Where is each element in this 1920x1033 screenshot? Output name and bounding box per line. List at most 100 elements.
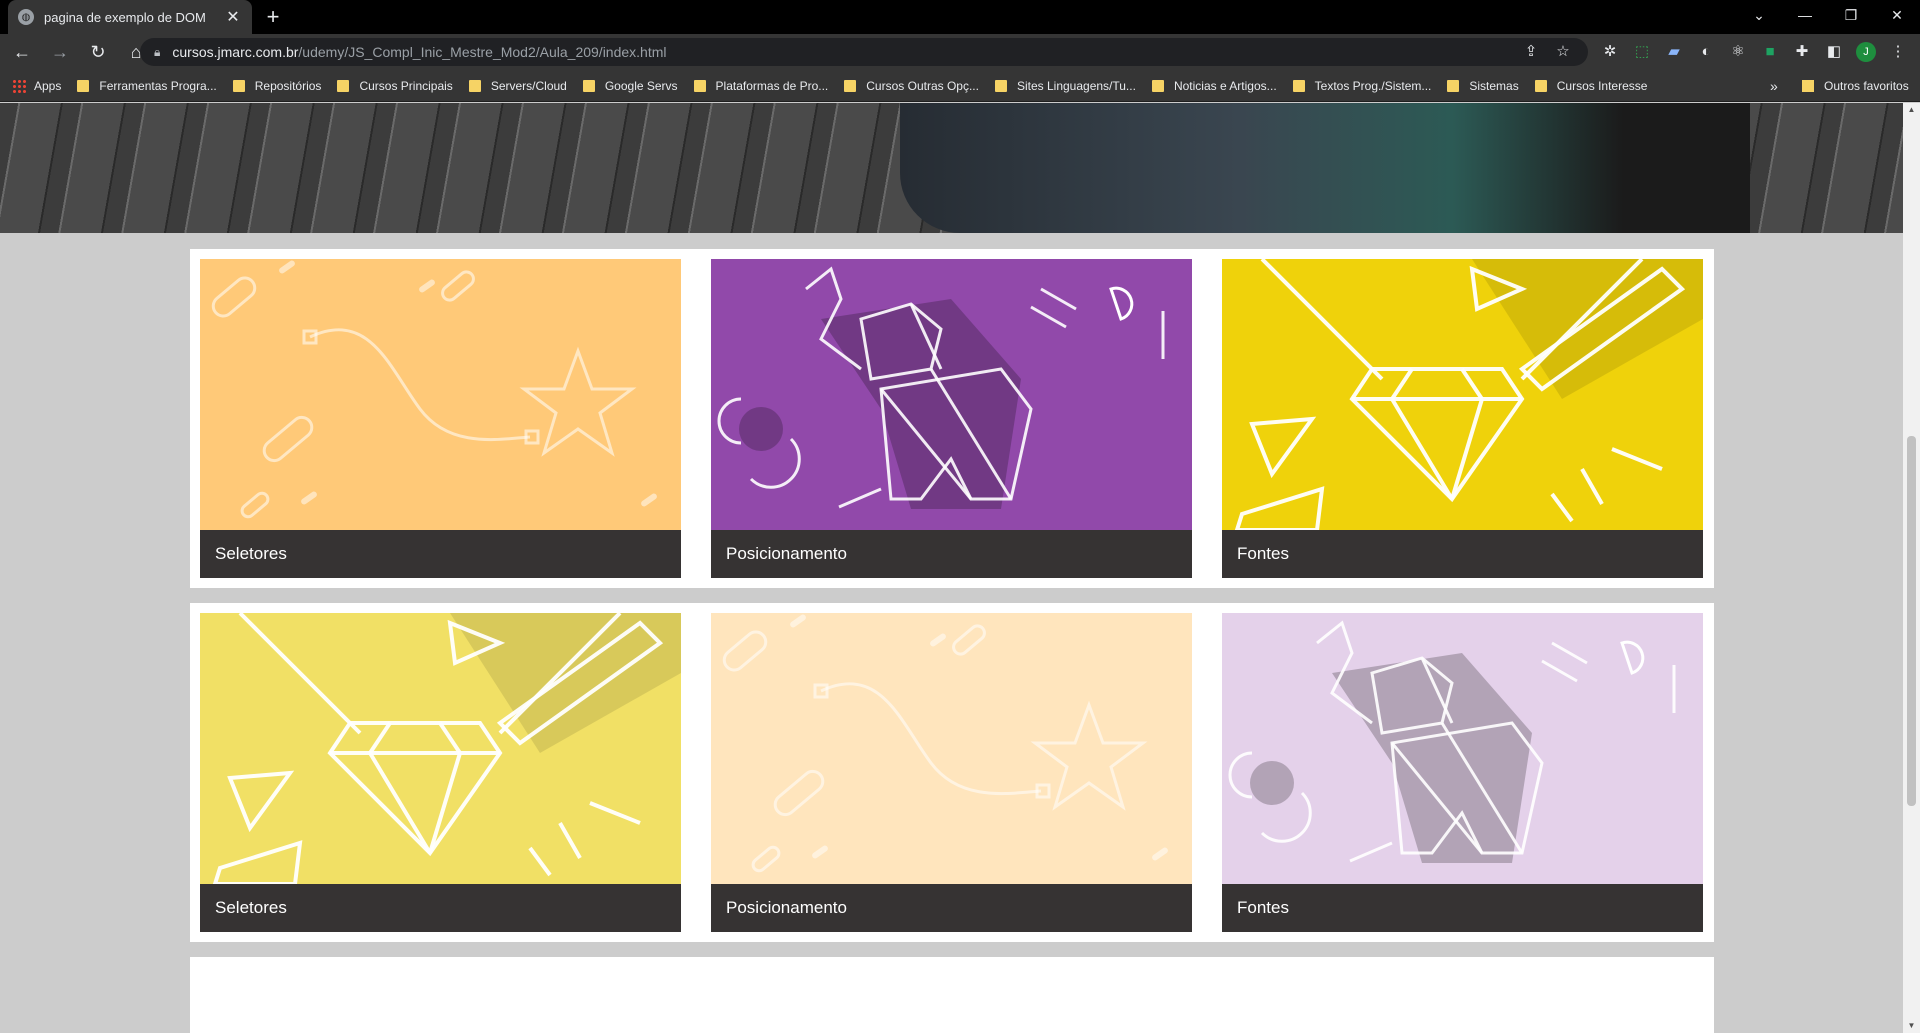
card-image <box>711 613 1192 884</box>
bookmark-folder[interactable]: Ferramentas Progra... <box>77 78 217 93</box>
scroll-down-arrow-icon[interactable]: ▼ <box>1903 1019 1920 1033</box>
page-viewport: Seletores Posicionamento Fontes Seletore… <box>0 103 1903 1033</box>
bookmark-label: Textos Prog./Sistem... <box>1314 78 1432 93</box>
bookmark-folder[interactable]: Cursos Interesse <box>1534 78 1648 93</box>
bookmark-label: Sistemas <box>1469 78 1519 93</box>
folder-icon <box>77 79 90 92</box>
tab-search-icon[interactable]: ⌄ <box>1736 0 1782 34</box>
card-image <box>711 259 1192 530</box>
extension-tag-icon[interactable]: ▰ <box>1664 42 1684 62</box>
new-tab-button[interactable]: + <box>260 4 286 30</box>
folder-icon <box>1447 79 1460 92</box>
card[interactable]: Seletores <box>200 259 681 578</box>
folder-icon <box>1534 79 1547 92</box>
card-row: Seletores Posicionamento Fontes <box>190 249 1714 588</box>
card[interactable]: Fontes <box>1222 259 1703 578</box>
profile-avatar[interactable]: J <box>1856 42 1876 62</box>
folder-icon <box>337 79 350 92</box>
side-panel-icon[interactable]: ◧ <box>1824 42 1844 62</box>
card-caption: Posicionamento <box>711 884 1192 932</box>
folder-icon <box>468 79 481 92</box>
extension-react-icon[interactable]: ⚛ <box>1728 42 1748 62</box>
forward-icon[interactable]: → <box>44 36 76 68</box>
more-bookmarks-chevron-icon[interactable]: » <box>1770 70 1778 102</box>
address-bar[interactable]: 🔒︎ cursos.jmarc.com.br/udemy/JS_Compl_In… <box>140 38 1588 66</box>
card[interactable]: Posicionamento <box>711 259 1192 578</box>
bookmark-folder[interactable]: Google Servs <box>582 78 678 93</box>
card-row: Seletores Posicionamento Fontes <box>190 603 1714 942</box>
bookmark-folder[interactable]: Sistemas <box>1447 78 1519 93</box>
card-image <box>200 613 681 884</box>
url-path: /udemy/JS_Compl_Inic_Mestre_Mod2/Aula_20… <box>298 44 667 60</box>
folder-icon <box>1151 79 1164 92</box>
scroll-up-arrow-icon[interactable]: ▲ <box>1903 103 1920 117</box>
card-illustration <box>211 260 657 519</box>
bookmark-label: Noticias e Artigos... <box>1173 78 1277 93</box>
bookmark-label: Ferramentas Progra... <box>99 78 217 93</box>
extensions-puzzle-icon[interactable]: ✚ <box>1792 42 1812 62</box>
bookmark-label: Google Servs <box>604 78 678 93</box>
menu-kebab-icon[interactable]: ⋮ <box>1888 42 1908 62</box>
apps-grid-icon <box>12 78 26 93</box>
card-image <box>1222 259 1703 530</box>
extension-screenshot-icon[interactable]: ⬚ <box>1632 42 1652 62</box>
globe-icon: ◍ <box>18 9 34 25</box>
page-scrollbar[interactable]: ▲ ▼ <box>1903 103 1920 1033</box>
browser-tab[interactable]: ◍ pagina de exemplo de DOM ✕ <box>8 0 252 34</box>
bookmark-folder[interactable]: Cursos Principais <box>337 79 453 93</box>
reload-icon[interactable]: ↻ <box>82 36 114 68</box>
bookmark-label: Repositórios <box>254 78 322 93</box>
card[interactable]: Seletores <box>200 613 681 932</box>
close-window-button[interactable]: ✕ <box>1874 0 1920 34</box>
bookmark-label: Sites Linguagens/Tu... <box>1016 78 1136 93</box>
scrollbar-thumb[interactable] <box>1907 436 1916 806</box>
bookmark-folder[interactable]: Repositórios <box>232 78 322 93</box>
card-caption: Fontes <box>1222 530 1703 578</box>
folder-icon <box>582 79 595 92</box>
bookmark-label: Outros favoritos <box>1824 79 1909 93</box>
tab-title: pagina de exemplo de DOM <box>44 9 206 25</box>
bookmark-folder[interactable]: Servers/Cloud <box>468 78 567 93</box>
folder-icon <box>232 79 245 92</box>
bookmark-star-icon[interactable]: ☆ <box>1552 42 1574 62</box>
folder-icon <box>1802 80 1814 92</box>
bookmark-label: Cursos Interesse <box>1556 78 1648 93</box>
bookmark-label: Servers/Cloud <box>490 78 567 93</box>
bookmark-folder[interactable]: Sites Linguagens/Tu... <box>994 78 1136 93</box>
card-illustration <box>722 614 1168 873</box>
folder-icon <box>844 79 857 92</box>
card[interactable]: Posicionamento <box>711 613 1192 932</box>
bookmark-label: Plataformas de Pro... <box>715 78 829 93</box>
card[interactable]: Fontes <box>1222 613 1703 932</box>
restore-button[interactable]: ❐ <box>1828 0 1874 34</box>
bookmark-folder[interactable]: Cursos Outras Opç... <box>844 79 979 93</box>
hero-image <box>0 103 1903 233</box>
tab-strip: ◍ pagina de exemplo de DOM ✕ + ⌄ — ❐ ✕ <box>0 0 1920 34</box>
card-caption: Seletores <box>200 530 681 578</box>
bookmark-folder[interactable]: Textos Prog./Sistem... <box>1292 78 1432 93</box>
bookmark-folder[interactable]: Noticias e Artigos... <box>1151 78 1277 93</box>
card-row-partial <box>190 957 1714 1033</box>
lock-icon[interactable]: 🔒︎ <box>154 45 160 60</box>
bookmark-label: Apps <box>34 78 62 93</box>
folder-icon <box>994 79 1007 92</box>
close-tab-icon[interactable]: ✕ <box>224 7 242 27</box>
extension-green-icon[interactable]: ■ <box>1760 42 1780 62</box>
card-caption: Posicionamento <box>711 530 1192 578</box>
extension-gear-icon[interactable]: ✲ <box>1600 42 1620 62</box>
card-illustration <box>717 266 1165 509</box>
folder-icon <box>1292 79 1305 92</box>
card-caption: Seletores <box>200 884 681 932</box>
back-icon[interactable]: ← <box>6 36 38 68</box>
bookmark-folder[interactable]: Plataformas de Pro... <box>693 78 829 93</box>
card-illustration <box>1228 620 1676 863</box>
other-bookmarks[interactable]: Outros favoritos <box>1802 70 1909 102</box>
bookmark-label: Cursos Outras Opç... <box>866 78 979 93</box>
folder-icon <box>693 79 706 92</box>
minimize-button[interactable]: — <box>1782 0 1828 34</box>
extension-contrast-icon[interactable]: ◐ <box>1696 42 1716 62</box>
url-host: cursos.jmarc.com.br <box>172 44 299 60</box>
bookmark-apps[interactable]: Apps <box>12 78 62 93</box>
share-icon[interactable]: ⇪ <box>1520 42 1542 62</box>
hero-person-photo <box>900 103 1750 233</box>
